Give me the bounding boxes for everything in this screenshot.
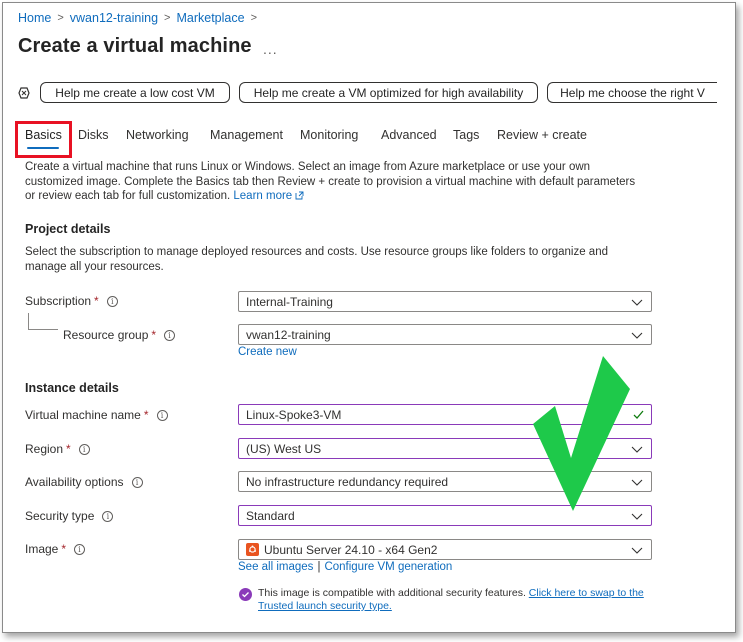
copilot-helpbar <box>17 82 41 104</box>
help-low-cost-vm-button[interactable]: Help me create a low cost VM <box>40 82 230 103</box>
tree-connector <box>28 329 58 330</box>
security-type-label: Security type i <box>25 509 114 523</box>
learn-more-link[interactable]: Learn more <box>233 190 292 202</box>
image-value: Ubuntu Server 24.10 - x64 Gen2 <box>264 542 438 557</box>
breadcrumb-separator: > <box>250 12 257 24</box>
availability-label-text: Availability options <box>25 475 124 489</box>
security-type-value: Standard <box>246 508 295 523</box>
required-marker: * <box>61 542 67 556</box>
tab-review-create[interactable]: Review + create <box>497 128 587 142</box>
project-description: Select the subscription to manage deploy… <box>25 246 608 273</box>
required-marker: * <box>143 408 149 422</box>
notice-text: This image is compatible with additional… <box>258 587 526 599</box>
info-icon[interactable]: i <box>102 510 114 522</box>
external-link-icon <box>295 191 304 200</box>
breadcrumb: Home > vwan12-training > Marketplace > <box>18 11 257 25</box>
security-notice: This image is compatible with additional… <box>239 587 659 613</box>
required-marker: * <box>94 294 99 308</box>
tab-advanced[interactable]: Advanced <box>381 128 437 142</box>
tab-networking[interactable]: Networking <box>126 128 189 142</box>
availability-value: No infrastructure redundancy required <box>246 474 449 489</box>
info-icon[interactable]: i <box>164 329 176 341</box>
portal-frame: Home > vwan12-training > Marketplace > C… <box>2 2 736 633</box>
subscription-select[interactable]: Internal-Training <box>238 291 652 312</box>
tab-management[interactable]: Management <box>210 128 283 142</box>
help-choose-vm-button[interactable]: Help me choose the right V <box>547 82 717 103</box>
resource-group-value: vwan12-training <box>246 327 331 342</box>
green-checkmark-annotation <box>533 356 630 511</box>
resource-group-label: Resource group * i <box>63 328 176 342</box>
breadcrumb-resource-group[interactable]: vwan12-training <box>70 11 158 25</box>
more-options-button[interactable]: ... <box>263 41 278 57</box>
help-high-availability-button[interactable]: Help me create a VM optimized for high a… <box>239 82 538 103</box>
vm-name-label: Virtual machine name * i <box>25 408 168 422</box>
subscription-label-text: Subscription <box>25 294 92 308</box>
tab-tags[interactable]: Tags <box>453 128 479 142</box>
region-label: Region * i <box>25 442 90 456</box>
breadcrumb-marketplace[interactable]: Marketplace <box>176 11 244 25</box>
intro-description: Create a virtual machine that runs Linux… <box>25 161 636 202</box>
info-icon[interactable]: i <box>74 543 86 555</box>
configure-vm-generation-link[interactable]: Configure VM generation <box>324 561 452 573</box>
required-marker: * <box>66 442 71 456</box>
create-new-link[interactable]: Create new <box>238 346 297 358</box>
info-icon[interactable]: i <box>131 476 143 488</box>
project-details-heading: Project details <box>25 222 111 236</box>
valid-check-icon <box>633 410 644 419</box>
image-links: See all images | Configure VM generation <box>238 561 452 573</box>
image-label: Image * i <box>25 542 86 556</box>
subscription-label: Subscription * i <box>25 294 118 308</box>
info-icon[interactable]: i <box>106 295 118 307</box>
chevron-down-icon <box>631 513 643 520</box>
copilot-icon <box>18 87 30 99</box>
region-label-text: Region <box>25 442 64 456</box>
availability-label: Availability options i <box>25 475 143 489</box>
ubuntu-icon <box>246 543 259 556</box>
tab-monitoring[interactable]: Monitoring <box>300 128 358 142</box>
security-type-label-text: Security type <box>25 509 95 523</box>
see-all-images-link[interactable]: See all images <box>238 561 313 573</box>
resource-group-label-text: Resource group <box>63 328 149 342</box>
tree-connector <box>28 313 29 329</box>
highlight-box <box>15 121 72 158</box>
chevron-down-icon <box>631 299 643 306</box>
image-select[interactable]: Ubuntu Server 24.10 - x64 Gen2 <box>238 539 652 560</box>
vm-name-label-text: Virtual machine name <box>25 408 141 422</box>
info-icon[interactable]: i <box>156 409 168 421</box>
required-marker: * <box>151 328 157 342</box>
intro-text: Create a virtual machine that runs Linux… <box>25 160 645 204</box>
tab-disks[interactable]: Disks <box>78 128 109 142</box>
link-divider: | <box>317 561 321 573</box>
subscription-value: Internal-Training <box>246 294 333 309</box>
chevron-down-icon <box>631 547 643 554</box>
page-title: Create a virtual machine <box>18 35 252 57</box>
breadcrumb-separator: > <box>164 12 171 24</box>
resource-group-select[interactable]: vwan12-training <box>238 324 652 345</box>
info-icon[interactable]: i <box>78 443 90 455</box>
region-value: (US) West US <box>246 441 322 456</box>
instance-details-heading: Instance details <box>25 381 119 395</box>
breadcrumb-home[interactable]: Home <box>18 11 51 25</box>
image-label-text: Image <box>25 542 59 556</box>
vm-name-value: Linux-Spoke3-VM <box>246 407 342 422</box>
chevron-down-icon <box>631 332 643 339</box>
breadcrumb-separator: > <box>57 12 64 24</box>
